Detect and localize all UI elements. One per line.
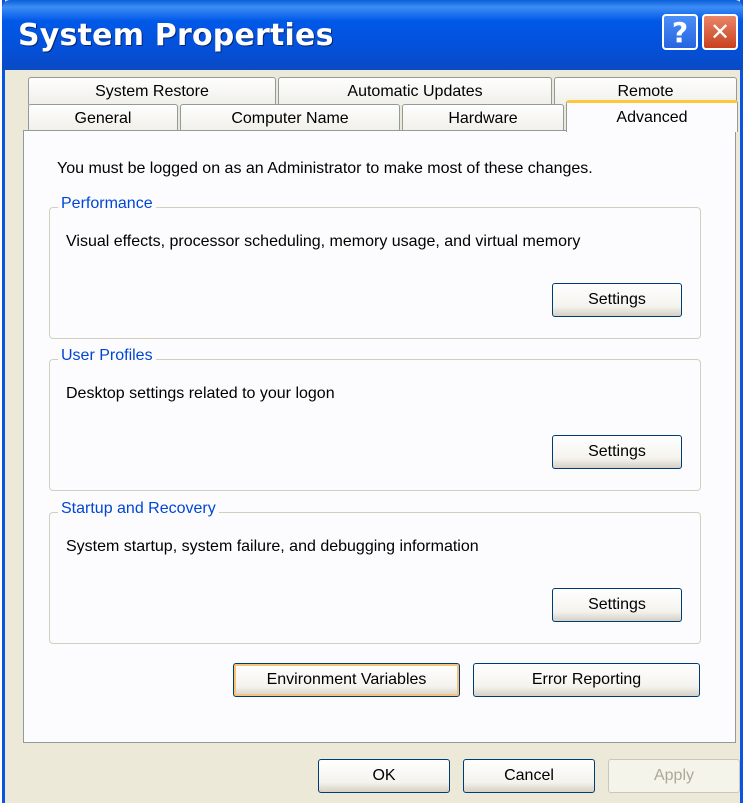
apply-button[interactable]: Apply [608, 759, 740, 793]
startup-recovery-group: Startup and Recovery System startup, sys… [49, 500, 701, 644]
startup-recovery-settings-button[interactable]: Settings [552, 588, 682, 622]
user-profiles-group: User Profiles Desktop settings related t… [49, 347, 701, 491]
tab-label: System Restore [95, 82, 209, 100]
title-bar[interactable]: System Properties ? ✕ [2, 0, 743, 70]
performance-settings-button[interactable]: Settings [552, 283, 682, 317]
tab-system-restore[interactable]: System Restore [28, 77, 276, 105]
cancel-button[interactable]: Cancel [463, 759, 595, 793]
user-profiles-group-title: User Profiles [58, 347, 156, 365]
close-icon: ✕ [709, 18, 731, 46]
performance-group: Performance Visual effects, processor sc… [49, 195, 701, 339]
tab-label: Remote [617, 82, 674, 100]
close-button[interactable]: ✕ [702, 14, 738, 50]
performance-description: Visual effects, processor scheduling, me… [66, 233, 581, 250]
tab-advanced[interactable]: Advanced [566, 100, 738, 132]
startup-recovery-description: System startup, system failure, and debu… [66, 538, 479, 555]
tab-general[interactable]: General [28, 104, 178, 132]
tab-label: General [74, 109, 132, 127]
performance-group-title: Performance [58, 195, 156, 213]
user-profiles-settings-button[interactable]: Settings [552, 435, 682, 469]
window-title: System Properties [18, 18, 334, 53]
admin-note: You must be logged on as an Administrato… [57, 160, 593, 177]
error-reporting-button[interactable]: Error Reporting [473, 663, 700, 697]
help-icon: ? [671, 15, 689, 49]
tab-hardware[interactable]: Hardware [402, 104, 564, 132]
tab-label: Automatic Updates [347, 82, 483, 100]
user-profiles-description: Desktop settings related to your logon [66, 385, 335, 402]
startup-recovery-group-title: Startup and Recovery [58, 500, 219, 518]
ok-button[interactable]: OK [318, 759, 450, 793]
advanced-tab-page: You must be logged on as an Administrato… [23, 130, 736, 743]
tab-automatic-updates[interactable]: Automatic Updates [278, 77, 552, 105]
tab-computer-name[interactable]: Computer Name [180, 104, 400, 132]
tab-label: Advanced [616, 108, 688, 126]
help-button[interactable]: ? [662, 14, 698, 50]
tab-label: Computer Name [231, 109, 349, 127]
tab-label: Hardware [448, 109, 518, 127]
environment-variables-button[interactable]: Environment Variables [233, 663, 460, 697]
